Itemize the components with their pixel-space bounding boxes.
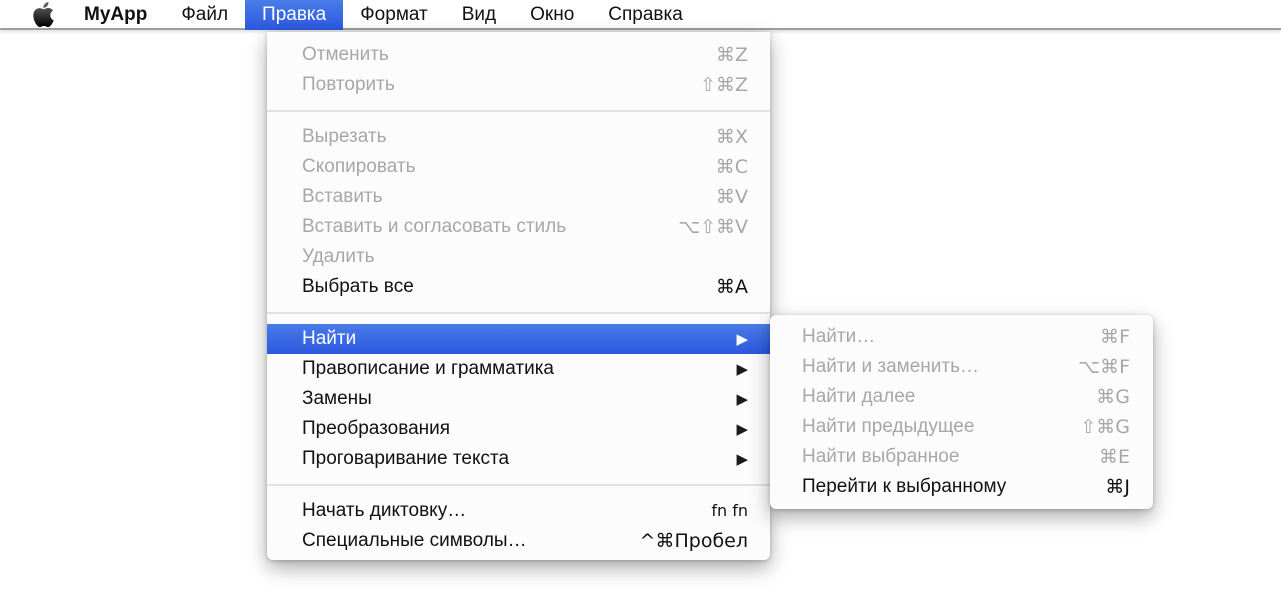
- menu-item-transformations[interactable]: Преобразования ▶: [267, 414, 770, 444]
- apple-menu[interactable]: [19, 0, 67, 28]
- menu-item-shortcut: ⌥⌘F: [1078, 352, 1130, 382]
- menubar-item-label: MyApp: [84, 0, 147, 30]
- menu-item-label: Начать диктовку…: [302, 496, 466, 526]
- menu-item-paste: Вставить ⌘V: [267, 182, 770, 212]
- submenu-arrow-icon: ▶: [736, 354, 748, 384]
- menu-item-shortcut: ⌘Z: [716, 40, 748, 70]
- menubar-item-help-menu[interactable]: Справка: [591, 0, 700, 30]
- menu-item-start-dictation[interactable]: Начать диктовку… fn fn: [267, 496, 770, 526]
- menu-item-label: Специальные символы…: [302, 526, 527, 556]
- menu-item-redo: Повторить ⇧⌘Z: [267, 70, 770, 100]
- menu-item-jump-to-selection[interactable]: Перейти к выбранному ⌘J: [770, 472, 1153, 502]
- submenu-arrow-icon: ▶: [736, 414, 748, 444]
- menubar-item-label: Вид: [462, 0, 496, 30]
- menubar-item-label: Справка: [608, 0, 683, 30]
- menu-item-label: Перейти к выбранному: [802, 472, 1006, 502]
- menu-item-label: Удалить: [302, 242, 375, 272]
- menu-item-label: Вырезать: [302, 122, 387, 152]
- submenu-arrow-icon: ▶: [736, 324, 748, 354]
- submenu-arrow-icon: ▶: [736, 444, 748, 474]
- menu-item-find[interactable]: Найти ▶: [267, 324, 770, 354]
- edit-menu-list: Отменить⌘ZПовторить⇧⌘ZВырезать⌘XСкопиров…: [267, 40, 770, 556]
- menubar-items: MyApp Файл Правка Формат Вид Окно Справка: [67, 0, 700, 28]
- menu-item-substitutions[interactable]: Замены ▶: [267, 384, 770, 414]
- menu-item-delete: Удалить: [267, 242, 770, 272]
- menu-item-find-previous: Найти предыдущее ⇧⌘G: [770, 412, 1153, 442]
- menu-item-label: Преобразования: [302, 414, 450, 444]
- menu-item-speech[interactable]: Проговаривание текста ▶: [267, 444, 770, 474]
- menu-item-select-all[interactable]: Выбрать все ⌘A: [267, 272, 770, 302]
- menu-item-shortcut: ⌘V: [716, 182, 748, 212]
- menu-item-shortcut: fn fn: [711, 496, 748, 526]
- menu-item-find-dialog: Найти… ⌘F: [770, 322, 1153, 352]
- menu-item-cut: Вырезать ⌘X: [267, 122, 770, 152]
- submenu-arrow-icon: ▶: [736, 384, 748, 414]
- menu-item-spelling-grammar[interactable]: Правописание и грамматика ▶: [267, 354, 770, 384]
- menu-item-shortcut: ⌘A: [716, 272, 748, 302]
- menu-item-label: Вставить: [302, 182, 383, 212]
- find-submenu-list: Найти… ⌘F Найти и заменить… ⌥⌘F Найти далее ⌘…: [770, 322, 1153, 502]
- menubar-item-format-menu[interactable]: Формат: [343, 0, 445, 30]
- menu-item-label: Отменить: [302, 40, 389, 70]
- menu-item-shortcut: ⌘G: [1096, 382, 1130, 412]
- menu-item-shortcut: ⇧⌘Z: [700, 70, 748, 100]
- menu-item-label: Найти…: [802, 322, 875, 352]
- menu-separator: [267, 110, 770, 112]
- menu-item-shortcut: ⌘E: [1099, 442, 1130, 472]
- menu-item-copy: Скопировать ⌘C: [267, 152, 770, 182]
- menu-item-label: Повторить: [302, 70, 395, 100]
- menu-item-find-replace: Найти и заменить… ⌥⌘F: [770, 352, 1153, 382]
- menu-item-label: Найти предыдущее: [802, 412, 974, 442]
- menubar: MyApp Файл Правка Формат Вид Окно Справка: [0, 0, 1281, 30]
- menu-item-label: Найти: [302, 324, 356, 354]
- menu-separator: [267, 312, 770, 314]
- menu-item-shortcut: ⌥⇧⌘V: [678, 212, 748, 242]
- menu-item-find-next: Найти далее ⌘G: [770, 382, 1153, 412]
- menu-item-label: Скопировать: [302, 152, 415, 182]
- menu-item-label: Замены: [302, 384, 372, 414]
- menu-item-label: Правописание и грамматика: [302, 354, 554, 384]
- menu-item-shortcut: ⌘F: [1100, 322, 1130, 352]
- menubar-item-label: Правка: [262, 0, 326, 30]
- menu-item-label: Проговаривание текста: [302, 444, 509, 474]
- menubar-item-edit-menu[interactable]: Правка: [245, 0, 343, 30]
- menu-item-shortcut: ⌘C: [716, 152, 748, 182]
- menu-item-find-selection: Найти выбранное ⌘E: [770, 442, 1153, 472]
- menu-item-shortcut: ^⌘Пробел: [640, 526, 748, 556]
- menubar-item-label: Файл: [181, 0, 228, 30]
- menu-item-label: Найти и заменить…: [802, 352, 979, 382]
- menu-item-label: Найти далее: [802, 382, 915, 412]
- menubar-item-window-menu[interactable]: Окно: [513, 0, 591, 30]
- menubar-item-app-menu[interactable]: MyApp: [67, 0, 164, 30]
- menu-item-label: Выбрать все: [302, 272, 414, 302]
- menubar-item-label: Окно: [530, 0, 574, 30]
- edit-menu-dropdown: Отменить⌘ZПовторить⇧⌘ZВырезать⌘XСкопиров…: [267, 32, 770, 560]
- menubar-item-view-menu[interactable]: Вид: [445, 0, 513, 30]
- menu-item-undo: Отменить ⌘Z: [267, 40, 770, 70]
- apple-icon: [33, 2, 54, 27]
- menu-item-shortcut: ⌘X: [716, 122, 748, 152]
- find-submenu-dropdown: Найти… ⌘F Найти и заменить… ⌥⌘F Найти далее ⌘…: [770, 315, 1153, 509]
- menu-item-shortcut: ⌘J: [1105, 472, 1130, 502]
- menu-separator: [267, 484, 770, 486]
- menubar-item-label: Формат: [360, 0, 428, 30]
- menu-item-paste-match-style: Вставить и согласовать стиль ⌥⇧⌘V: [267, 212, 770, 242]
- menubar-item-file-menu[interactable]: Файл: [164, 0, 245, 30]
- menu-item-special-characters[interactable]: Специальные символы… ^⌘Пробел: [267, 526, 770, 556]
- menu-item-shortcut: ⇧⌘G: [1080, 412, 1130, 442]
- menu-item-label: Найти выбранное: [802, 442, 959, 472]
- menu-item-label: Вставить и согласовать стиль: [302, 212, 566, 242]
